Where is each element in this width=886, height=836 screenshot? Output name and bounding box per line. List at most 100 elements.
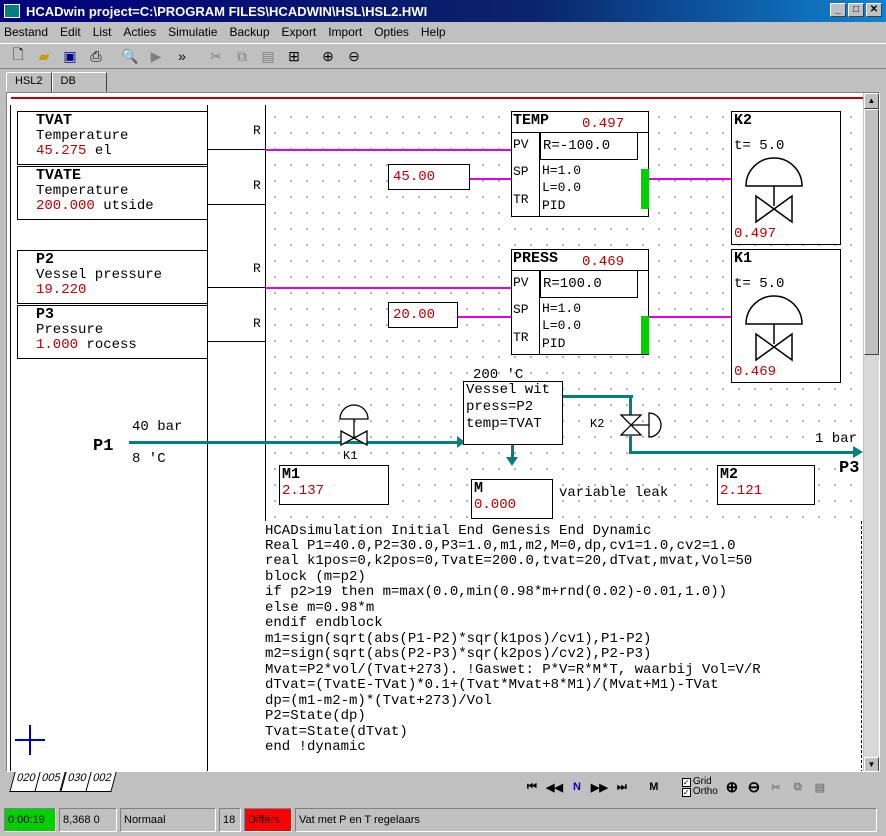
menu-backup[interactable]: Backup	[229, 25, 269, 39]
drawing-canvas[interactable]: TVAT Temperature 45.275 el TVATE Tempera…	[7, 105, 867, 771]
page-tab-002[interactable]: 002	[85, 772, 118, 792]
status-description: Vat met P en T regelaars	[295, 808, 877, 832]
p1-temperature: 8 'C	[132, 451, 166, 467]
signal-name: TVATE	[36, 167, 82, 184]
minimize-button[interactable]: _	[830, 3, 846, 17]
menu-list[interactable]: List	[93, 25, 112, 39]
flow-meter-m2[interactable]: M2 2.121	[717, 465, 815, 505]
zoom-in-icon[interactable]: ⊕	[316, 45, 340, 67]
tab-db[interactable]: DB	[51, 72, 107, 92]
controller-output: 0.497	[582, 116, 625, 132]
scroll-down-icon[interactable]: ▼	[864, 757, 879, 771]
p1-pressure: 40 bar	[132, 419, 183, 435]
mode-button[interactable]: M	[646, 781, 662, 793]
print-icon[interactable]: ⎙	[84, 45, 108, 67]
tab-hsl2[interactable]: HSL2	[6, 72, 52, 93]
menu-import[interactable]: Import	[328, 25, 362, 39]
menu-help[interactable]: Help	[421, 25, 446, 39]
menu-acties[interactable]: Acties	[123, 25, 156, 39]
signal-value: 1.000	[36, 337, 79, 353]
new-file-icon[interactable]: 🗋	[6, 45, 30, 67]
valve-time: t= 5.0	[734, 276, 785, 292]
signal-desc: Temperature	[36, 128, 129, 144]
first-page-icon[interactable]: ⏮	[524, 781, 540, 794]
vertical-scrollbar[interactable]: ▲ ▼	[863, 93, 879, 771]
menu-simulatie[interactable]: Simulatie	[168, 25, 217, 39]
cut-icon[interactable]: ✂	[768, 781, 784, 794]
top-tabs: HSL2 DB	[6, 72, 107, 93]
signal-suffix: utside	[94, 198, 154, 214]
code-line: endif endblock	[265, 615, 383, 631]
signal-tvat[interactable]: TVAT Temperature 45.275 el	[17, 111, 208, 165]
signal-tvate[interactable]: TVATE Temperature 200.000 utside	[17, 166, 208, 220]
ortho-checkbox[interactable]: ✓ Ortho	[681, 787, 718, 797]
close-button[interactable]: ✕	[866, 3, 882, 17]
status-value: 8,368 0	[59, 808, 117, 832]
flow-meter-m1[interactable]: M1 2.137	[279, 465, 389, 505]
status-time: 0:00:19	[4, 808, 56, 832]
signal-value: 45.275	[36, 143, 87, 159]
flow-arrow-icon	[853, 446, 863, 458]
import-icon[interactable]: ▶	[144, 45, 168, 67]
fast-forward-icon[interactable]: »	[170, 45, 194, 67]
menu-bestand[interactable]: Bestand	[4, 25, 48, 39]
copy-icon[interactable]: ⧉	[790, 781, 806, 794]
menu-export[interactable]: Export	[282, 25, 317, 39]
drawing-area[interactable]: TVAT Temperature 45.275 el TVATE Tempera…	[6, 92, 880, 772]
next-page-icon[interactable]: ▶▶	[591, 781, 608, 794]
print-preview-icon[interactable]: 🔍	[118, 45, 142, 67]
valve-k1-label: K1	[343, 449, 358, 463]
save-icon[interactable]: ▣	[58, 45, 82, 67]
pipe-vessel-k2	[563, 395, 633, 398]
controller-range: R=100.0	[540, 270, 638, 298]
signal-flag: R	[253, 261, 261, 276]
select-icon[interactable]: ⊞	[282, 45, 306, 67]
signal-name: P3	[36, 306, 55, 323]
menu-edit[interactable]: Edit	[60, 25, 81, 39]
code-line: HCADsimulation Initial End Genesis End D…	[265, 523, 652, 539]
previous-page-icon[interactable]: ◀◀	[546, 781, 563, 794]
valve-k1[interactable]: K1 t= 5.0 0.469	[731, 249, 841, 383]
maximize-button[interactable]: □	[848, 3, 864, 17]
sink-p3: P3	[839, 459, 860, 478]
valve-value: 0.469	[734, 364, 777, 380]
zoom-out-icon[interactable]: ⊖	[746, 778, 762, 796]
paste-icon[interactable]: ▤	[812, 781, 828, 794]
code-line: else m=0.98*m	[265, 600, 375, 616]
signal-suffix: el	[86, 143, 112, 159]
valve-k2[interactable]: K2 t= 5.0 0.497	[731, 111, 841, 245]
scroll-up-icon[interactable]: ▲	[864, 93, 879, 109]
open-folder-icon[interactable]: ▰	[32, 45, 56, 67]
flow-meter-m[interactable]: M 0.000	[471, 479, 553, 519]
controller-output-bar	[641, 316, 649, 354]
flow-value: 0.000	[474, 497, 517, 513]
zoom-in-icon[interactable]: ⊕	[724, 778, 740, 796]
setpoint-press[interactable]: 20.00	[388, 302, 458, 328]
signal-p3[interactable]: P3 Pressure 1.000 rocess	[17, 305, 208, 359]
valve-k1-symbol-icon[interactable]	[337, 401, 371, 451]
vessel[interactable]: Vessel wit press=P2 temp=TVAT	[463, 381, 563, 445]
menu-opties[interactable]: Opties	[374, 25, 409, 39]
paste-icon[interactable]: ▤	[256, 45, 280, 67]
signal-value: 200.000	[36, 198, 95, 214]
new-page-button[interactable]: N	[569, 781, 585, 793]
menu-bar: Bestand Edit List Acties Simulatie Backu…	[0, 22, 886, 42]
grid-ortho-options: ✓ Grid ✓ Ortho	[681, 777, 718, 797]
signal-name: TVAT	[36, 112, 73, 129]
scrollbar-thumb[interactable]	[864, 109, 879, 355]
valve-k2-symbol-icon[interactable]	[619, 409, 665, 449]
copy-icon[interactable]: ⧉	[230, 45, 254, 67]
controller-range: R=-100.0	[540, 132, 638, 160]
cut-icon[interactable]: ✂	[204, 45, 228, 67]
signal-p2[interactable]: P2 Vessel pressure 19.220	[17, 250, 208, 304]
page-border-line	[11, 97, 869, 99]
controller-temp[interactable]: TEMP 0.497 PV SP TR R=-100.0 H=1.0 L=0.0…	[511, 111, 649, 217]
valve-name: K1	[734, 250, 753, 267]
signal-suffix: rocess	[78, 337, 137, 353]
last-page-icon[interactable]: ⏭	[614, 781, 630, 794]
zoom-out-icon[interactable]: ⊖	[342, 45, 366, 67]
setpoint-temp[interactable]: 45.00	[388, 164, 470, 190]
vessel-line: press=P2	[466, 399, 534, 415]
controller-press[interactable]: PRESS 0.469 PV SP TR R=100.0 H=1.0 L=0.0…	[511, 249, 649, 355]
signal-flag: R	[253, 178, 261, 193]
